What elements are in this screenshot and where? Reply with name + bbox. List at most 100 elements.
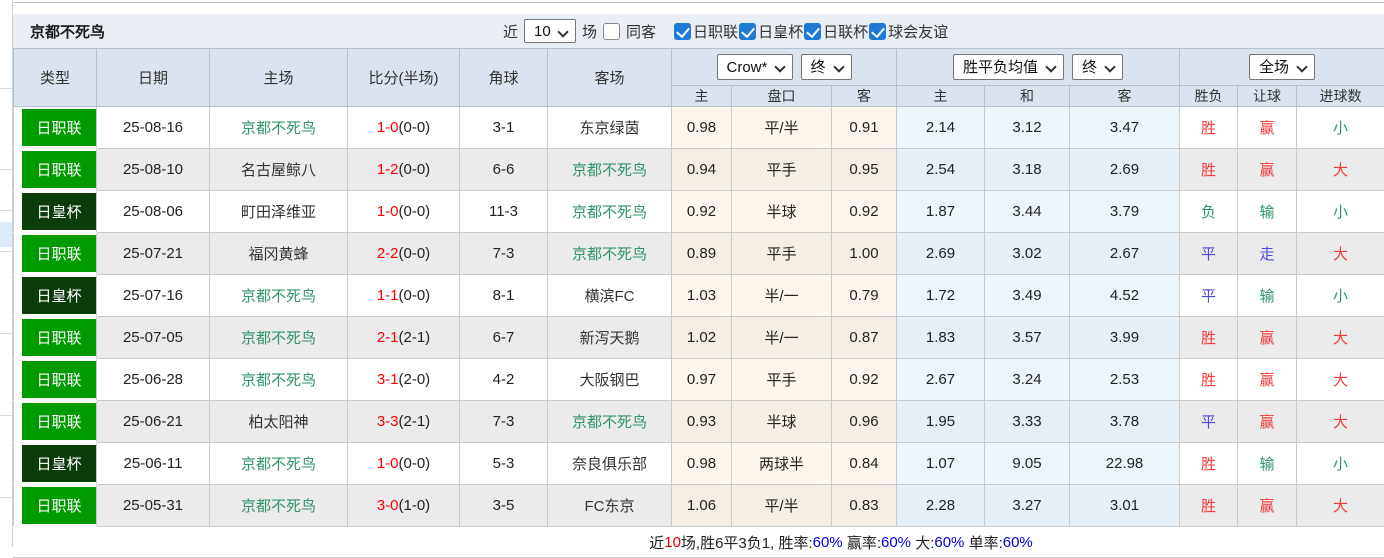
result-handicap: 输 [1238, 191, 1297, 233]
score-cell: 3-3(2-1) [348, 401, 460, 443]
half-score: (0-0) [399, 119, 431, 136]
league-checkbox-label: 日联杯 [823, 21, 868, 42]
odds-away: 0.96 [832, 401, 897, 443]
avg-home: 1.07 [897, 443, 985, 485]
corner-score: 6-7 [460, 317, 548, 359]
odds-home: 1.06 [672, 485, 732, 527]
same-away-checkbox[interactable] [603, 23, 620, 40]
odds-away: 1.00 [832, 233, 897, 275]
match-date: 25-08-10 [97, 149, 210, 191]
avg-home: 2.14 [897, 107, 985, 149]
avg-draw: 3.44 [985, 191, 1070, 233]
team-matches-panel: 京都不死鸟 近 10 场 同客 日职联 日皇杯 [13, 14, 1384, 547]
match-count-select[interactable]: 10 [524, 19, 576, 43]
odds-home: 0.92 [672, 191, 732, 233]
result-handicap: 走 [1238, 233, 1297, 275]
odds-home: 0.94 [672, 149, 732, 191]
avg-draw: 3.27 [985, 485, 1070, 527]
league-checkbox-label: 日职联 [693, 21, 738, 42]
result-handicap: 赢 [1238, 107, 1297, 149]
match-row: 日职联 25-06-28 京都不死鸟 3-1(2-0) 4-2 大阪钢巴 0.9… [14, 359, 1384, 401]
result-goals: 小 [1297, 443, 1384, 485]
result-outcome: 胜 [1180, 443, 1238, 485]
avg-home: 1.72 [897, 275, 985, 317]
odds-time-select-wrap: 终 [801, 54, 852, 80]
league-badge: 日职联 [22, 319, 96, 356]
score-cell: 1-0(0-0) [348, 443, 460, 485]
league-filter-group: 日职联 日皇杯 日联杯 球会友谊 [674, 21, 949, 42]
result-outcome: 胜 [1180, 485, 1238, 527]
odds-handicap: 两球半 [732, 443, 832, 485]
league-checkbox-league-cup[interactable] [804, 23, 821, 40]
odds-away: 0.84 [832, 443, 897, 485]
subcol-odds-away: 客 [832, 86, 897, 107]
away-team: 京都不死鸟 [548, 191, 672, 233]
summary-segment: 60% [881, 534, 911, 551]
league-type-cell: 日职联 [14, 485, 97, 527]
avg-time-select[interactable]: 终 [1072, 54, 1123, 80]
subcol-goals-result: 进球数 [1297, 86, 1384, 107]
odds-time-select[interactable]: 终 [801, 54, 852, 80]
score-cell: 1-0(0-0) [348, 107, 460, 149]
league-type-cell: 日皇杯 [14, 275, 97, 317]
result-outcome: 胜 [1180, 317, 1238, 359]
result-outcome: 胜 [1180, 359, 1238, 401]
matches-label: 场 [582, 21, 597, 42]
result-goals: 大 [1297, 149, 1384, 191]
league-badge: 日皇杯 [22, 277, 96, 314]
odds-handicap: 半/一 [732, 275, 832, 317]
league-checkbox-jleague[interactable] [674, 23, 691, 40]
avg-away: 2.69 [1070, 149, 1180, 191]
full-score: 3-3 [377, 413, 399, 430]
corner-score: 8-1 [460, 275, 548, 317]
odds-home: 0.89 [672, 233, 732, 275]
same-away-label: 同客 [626, 21, 656, 42]
avg-home: 2.54 [897, 149, 985, 191]
summary-segment: 单率: [964, 532, 1002, 553]
league-checkbox-emperors-cup[interactable] [739, 23, 756, 40]
subcol-outcome: 胜负 [1180, 86, 1238, 107]
col-header-corner: 角球 [460, 49, 548, 107]
league-badge: 日职联 [22, 403, 96, 440]
league-badge: 日皇杯 [22, 445, 96, 482]
home-team: 京都不死鸟 [210, 359, 348, 401]
scope-select[interactable]: 全场 [1249, 54, 1315, 80]
away-team: 东京绿茵 [548, 107, 672, 149]
home-team: 柏太阳神 [210, 401, 348, 443]
avg-draw: 3.57 [985, 317, 1070, 359]
away-team: 京都不死鸟 [548, 149, 672, 191]
match-date: 25-08-16 [97, 107, 210, 149]
league-type-cell: 日职联 [14, 107, 97, 149]
home-team: 京都不死鸟 [210, 107, 348, 149]
league-checkbox-club-friendly[interactable] [869, 23, 886, 40]
bookmaker-select[interactable]: Crow* [717, 54, 793, 80]
home-team: 町田泽维亚 [210, 191, 348, 233]
odds-group-header: Crow* 终 [672, 49, 897, 86]
avg-draw: 3.12 [985, 107, 1070, 149]
near-label: 近 [503, 21, 518, 42]
result-handicap: 输 [1238, 443, 1297, 485]
matches-table: 类型 日期 主场 比分(半场) 角球 客场 Crow* 终 [13, 48, 1384, 527]
summary-segment: 10 [664, 534, 681, 551]
home-team: 京都不死鸟 [210, 485, 348, 527]
away-team: 新泻天鹅 [548, 317, 672, 359]
league-filter-item: 日联杯 [804, 21, 869, 42]
result-outcome: 平 [1180, 401, 1238, 443]
half-score: (2-1) [399, 329, 431, 346]
full-score: 3-0 [377, 497, 399, 514]
corner-score: 5-3 [460, 443, 548, 485]
avg-away: 4.52 [1070, 275, 1180, 317]
odds-home: 1.02 [672, 317, 732, 359]
avg-type-select[interactable]: 胜平负均值 [953, 54, 1064, 80]
away-team: 京都不死鸟 [548, 401, 672, 443]
corner-score: 11-3 [460, 191, 548, 233]
match-row: 日职联 25-08-10 名古屋鲸八 1-2(0-0) 6-6 京都不死鸟 0.… [14, 149, 1384, 191]
odds-handicap: 半球 [732, 401, 832, 443]
result-goals: 大 [1297, 359, 1384, 401]
summary-segment: 60% [934, 534, 964, 551]
score-cell: 3-0(1-0) [348, 485, 460, 527]
result-handicap: 赢 [1238, 149, 1297, 191]
odds-away: 0.91 [832, 107, 897, 149]
odds-away: 0.95 [832, 149, 897, 191]
league-badge: 日职联 [22, 235, 96, 272]
